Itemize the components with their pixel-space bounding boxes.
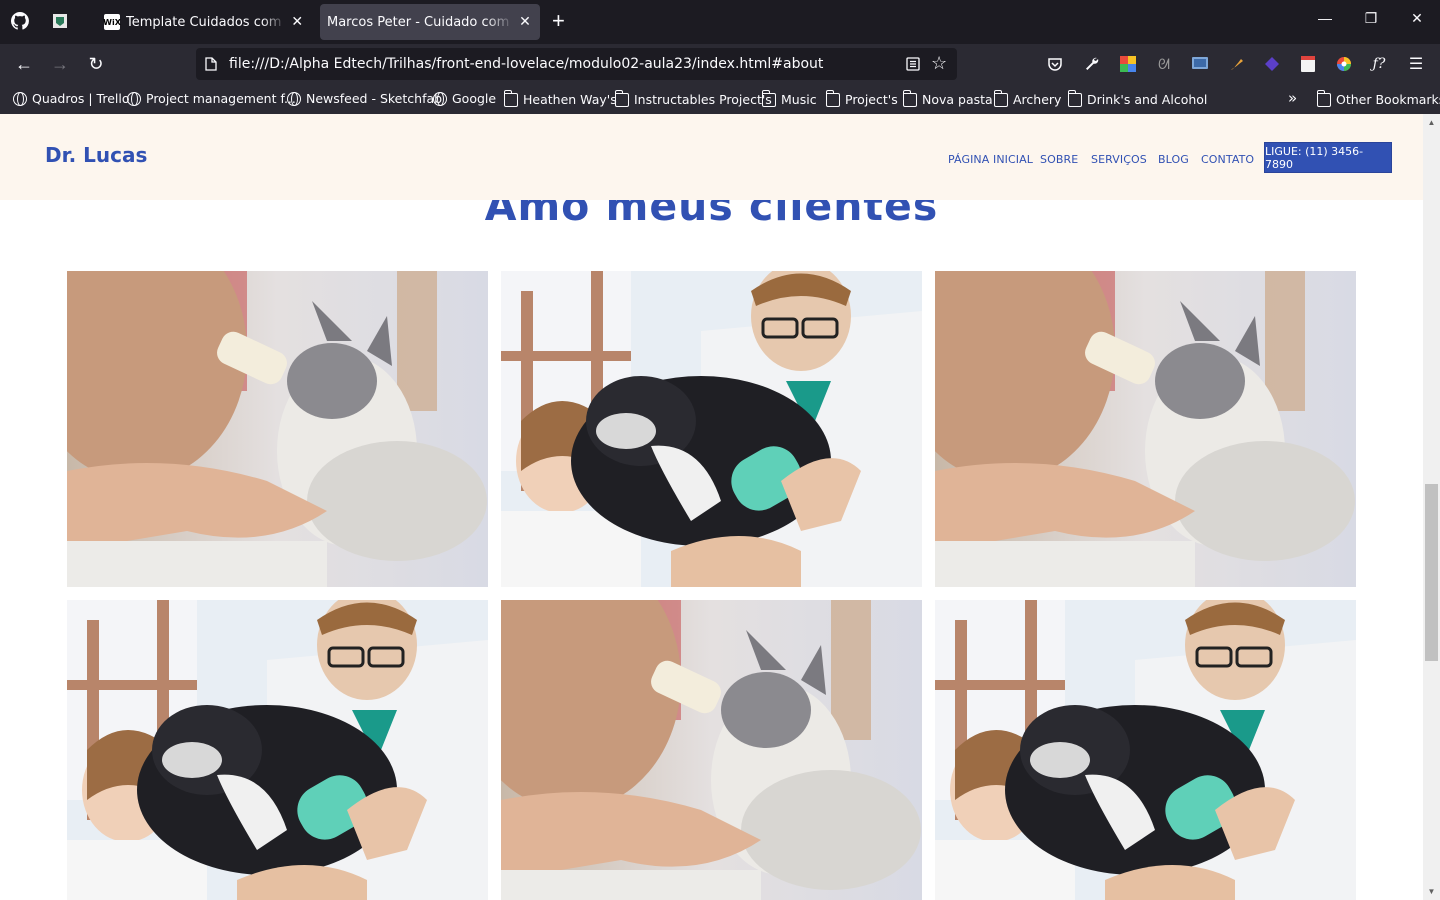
- bookmark-drinks[interactable]: Drink's and Alcohol: [1067, 90, 1208, 107]
- bookmark-quadros-trello[interactable]: Quadros | Trello: [13, 91, 130, 106]
- notes-extension-icon[interactable]: [1299, 55, 1317, 73]
- bookmark-google[interactable]: Google: [433, 91, 496, 106]
- globe-icon: [13, 91, 27, 106]
- scroll-up-icon[interactable]: ▲: [1426, 117, 1437, 128]
- folder-icon: [1316, 90, 1331, 107]
- gallery-photo-kitten: [935, 271, 1356, 587]
- gallery-photo-vet-dog: [501, 271, 922, 587]
- menu-link-blog[interactable]: BLOG: [1158, 153, 1189, 166]
- vet-dog-scanner-image: [935, 600, 1356, 900]
- menu-link-services[interactable]: SERVIÇOS: [1091, 153, 1147, 166]
- bookmark-label: Instructables Project's: [634, 91, 772, 107]
- restore-icon[interactable]: ❐: [1361, 10, 1381, 27]
- bookmark-music[interactable]: Music: [761, 90, 817, 107]
- scroll-down-icon[interactable]: ▼: [1426, 886, 1437, 897]
- bookmarks-toolbar: Quadros | Trello Project management f...…: [0, 84, 1440, 114]
- url-bar[interactable]: file:///D:/Alpha Edtech/Trilhas/front-en…: [196, 48, 957, 80]
- tab-wix-template[interactable]: WiX Template Cuidados com Animais ✕: [96, 4, 312, 40]
- bookmark-star-icon[interactable]: ☆: [931, 53, 947, 74]
- gallery-photo-kitten: [67, 271, 488, 587]
- scrollbar-thumb[interactable]: [1425, 484, 1438, 661]
- bookmark-label: Quadros | Trello: [32, 91, 130, 106]
- page-viewport: Dr. Lucas PÁGINA INICIAL SOBRE SERVIÇOS …: [0, 114, 1440, 900]
- bookmark-label: Music: [781, 91, 817, 107]
- bookmark-projects[interactable]: Project's: [825, 90, 898, 107]
- tab-title: Template Cuidados com Animais: [126, 14, 286, 30]
- pinned-tab-icon[interactable]: [51, 12, 69, 30]
- close-tab-icon[interactable]: ✕: [518, 14, 532, 30]
- new-tab-button[interactable]: +: [552, 10, 565, 32]
- site-logo[interactable]: Dr. Lucas: [45, 143, 147, 167]
- bookmark-project-management[interactable]: Project management f...: [127, 91, 296, 106]
- close-window-icon[interactable]: ✕: [1407, 10, 1427, 27]
- color-grid-extension-icon[interactable]: [1119, 55, 1137, 73]
- bookmark-label: Other Bookmarks: [1336, 91, 1440, 107]
- wix-icon: WiX: [103, 14, 121, 30]
- bookmark-archery[interactable]: Archery: [993, 90, 1062, 107]
- bookmark-label: Project management f...: [146, 91, 296, 106]
- chevron-more-icon[interactable]: »: [1288, 89, 1297, 107]
- globe-icon: [287, 91, 301, 106]
- kitten-bottle-feeding-image: [67, 271, 488, 587]
- tampermonkey-icon[interactable]: ᘛ: [1155, 55, 1173, 73]
- vet-dog-scanner-image: [67, 600, 488, 900]
- minimize-icon[interactable]: —: [1315, 10, 1335, 26]
- reader-view-icon[interactable]: [906, 57, 920, 71]
- menu-link-about[interactable]: SOBRE: [1040, 153, 1078, 166]
- back-icon[interactable]: ←: [14, 54, 34, 74]
- site-header: Dr. Lucas PÁGINA INICIAL SOBRE SERVIÇOS …: [0, 114, 1423, 200]
- kitten-bottle-feeding-image: [501, 600, 922, 900]
- folder-icon: [761, 90, 776, 107]
- bookmark-nova-pasta[interactable]: Nova pasta: [902, 90, 993, 107]
- color-wheel-icon[interactable]: [1335, 55, 1353, 73]
- bookmark-label: Google: [452, 91, 497, 106]
- folder-icon: [993, 90, 1008, 107]
- close-tab-icon[interactable]: ✕: [290, 14, 304, 30]
- gallery-photo-vet-dog: [935, 600, 1356, 900]
- page-scrollbar[interactable]: ▲ ▼: [1423, 114, 1440, 900]
- gallery-photo-kitten: [501, 600, 922, 900]
- folder-icon: [902, 90, 917, 107]
- folder-icon: [1067, 90, 1082, 107]
- pocket-icon[interactable]: [1046, 55, 1064, 73]
- vet-dog-scanner-image: [501, 271, 922, 587]
- menu-link-home[interactable]: PÁGINA INICIAL: [948, 153, 1033, 166]
- menu-icon[interactable]: ☰: [1407, 55, 1425, 73]
- folder-icon: [614, 90, 629, 107]
- forward-icon[interactable]: →: [50, 54, 70, 74]
- screenshot-extension-icon[interactable]: [1191, 55, 1209, 73]
- page-icon: [205, 57, 217, 71]
- bookmark-label: Nova pasta: [922, 91, 993, 107]
- bookmark-heathen-ways[interactable]: Heathen Way's: [503, 90, 617, 107]
- tab-bar: WiX Template Cuidados com Animais ✕ Marc…: [0, 0, 1440, 44]
- github-icon[interactable]: [11, 12, 29, 30]
- tab-marcos-peter[interactable]: Marcos Peter - Cuidado com Animais ✕: [320, 4, 540, 40]
- url-text[interactable]: file:///D:/Alpha Edtech/Trilhas/front-en…: [229, 56, 823, 72]
- bookmark-label: Newsfeed - Sketchfab: [306, 91, 443, 106]
- bookmark-label: Drink's and Alcohol: [1087, 91, 1208, 107]
- globe-icon: [433, 91, 447, 106]
- tab-title: Marcos Peter - Cuidado com Animais: [327, 14, 514, 30]
- navigation-toolbar: ← → ↻ file:///D:/Alpha Edtech/Trilhas/fr…: [0, 44, 1440, 84]
- menu-link-contact[interactable]: CONTATO: [1201, 153, 1254, 166]
- bookmark-sketchfab[interactable]: Newsfeed - Sketchfab: [287, 91, 442, 106]
- bookmark-label: Heathen Way's: [523, 91, 617, 107]
- bookmark-instructables[interactable]: Instructables Project's: [614, 90, 772, 107]
- kitten-bottle-feeding-image: [935, 271, 1356, 587]
- globe-icon: [127, 91, 141, 106]
- call-button[interactable]: LIGUE: (11) 3456-7890: [1264, 142, 1392, 173]
- gallery-photo-vet-dog: [67, 600, 488, 900]
- purple-diamond-extension-icon[interactable]: [1263, 55, 1281, 73]
- other-bookmarks[interactable]: Other Bookmarks: [1316, 90, 1440, 107]
- folder-icon: [825, 90, 840, 107]
- bookmark-label: Project's: [845, 91, 898, 107]
- paint-extension-icon[interactable]: [1228, 55, 1246, 73]
- reload-icon[interactable]: ↻: [86, 54, 106, 74]
- font-finder-icon[interactable]: ƒ?: [1370, 55, 1388, 73]
- folder-icon: [503, 90, 518, 107]
- wrench-icon[interactable]: [1083, 55, 1101, 73]
- bookmark-label: Archery: [1013, 91, 1062, 107]
